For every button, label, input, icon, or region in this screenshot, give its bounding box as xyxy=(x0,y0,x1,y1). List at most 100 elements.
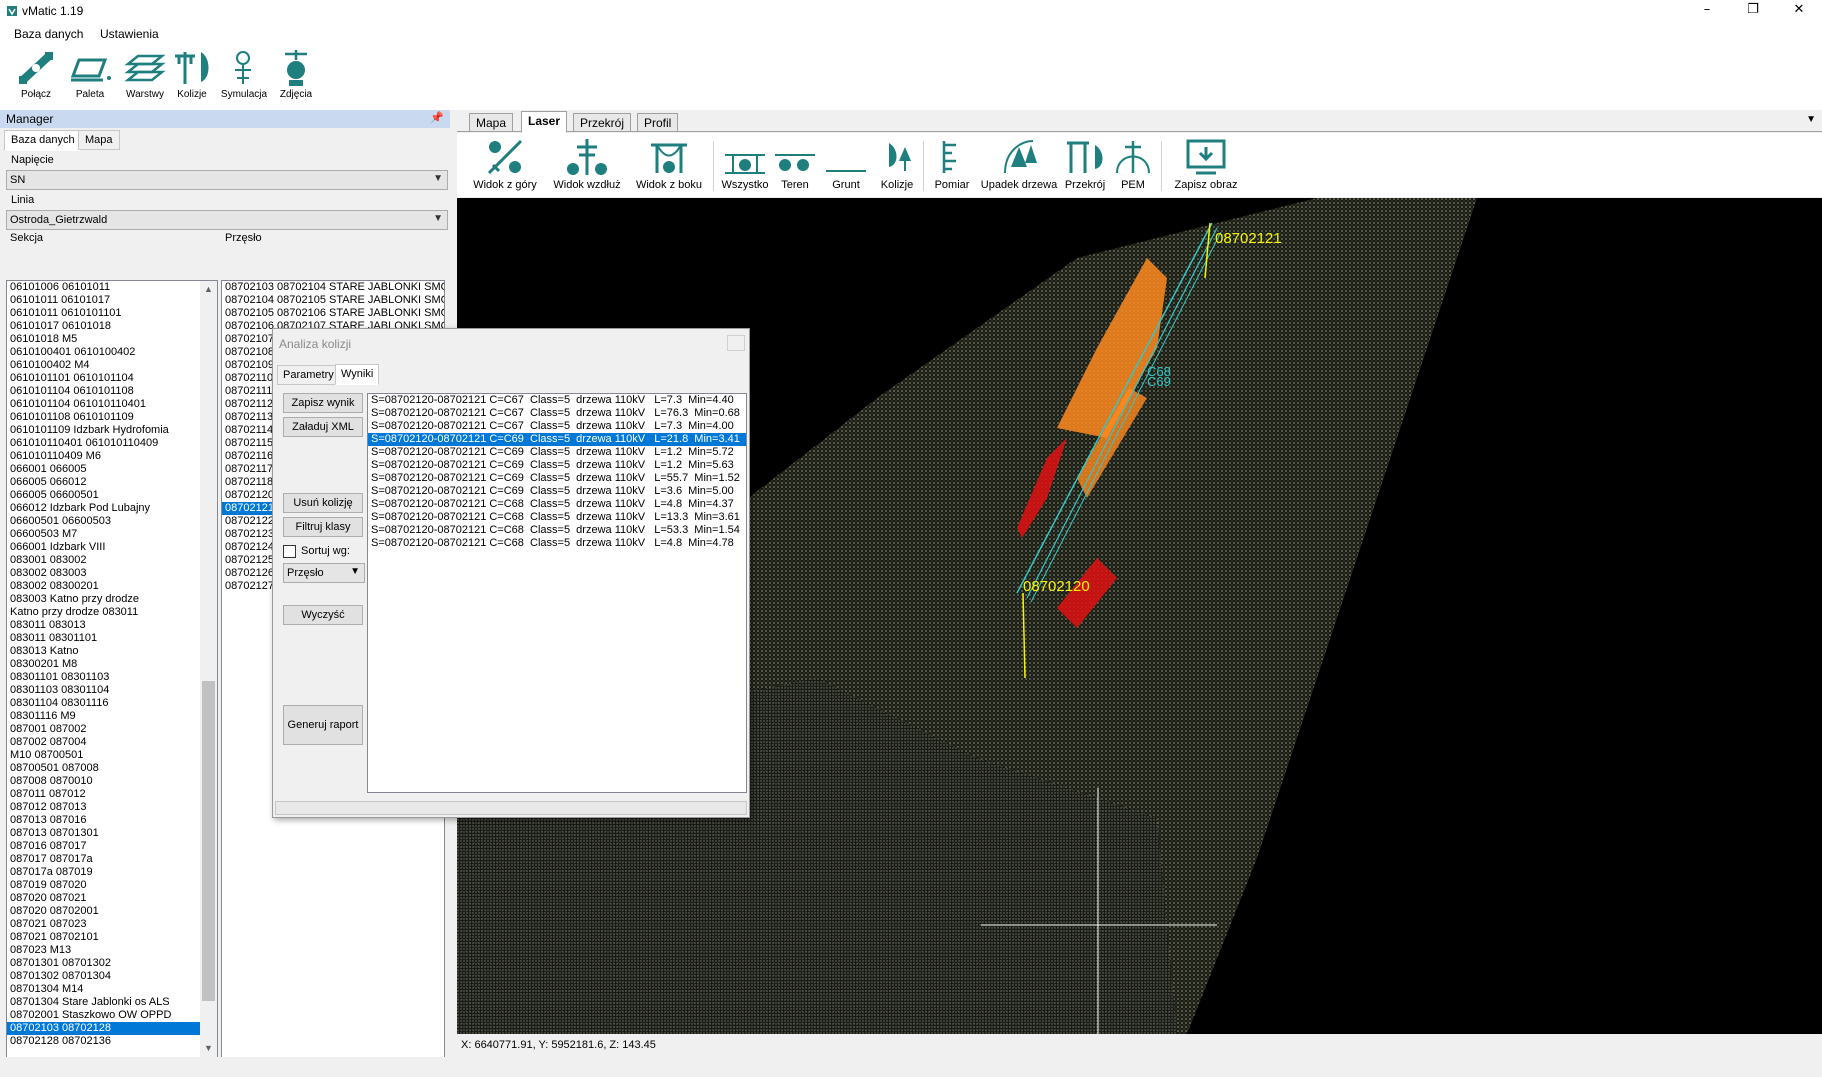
result-row[interactable]: S=08702120-08702121 C=C69 Class=5 drzewa… xyxy=(368,485,746,498)
tab-przekroj[interactable]: Przekrój xyxy=(573,113,632,132)
minimize-button[interactable]: – xyxy=(1684,0,1730,22)
tab-laser[interactable]: Laser xyxy=(521,111,568,133)
save-result-button[interactable]: Zapisz wynik xyxy=(283,393,363,413)
tab-mapa[interactable]: Mapa xyxy=(78,130,120,150)
list-item[interactable]: 08702001 Staszkowo OW OPPD xyxy=(7,1009,217,1022)
list-item[interactable]: 087001 087002 xyxy=(7,723,217,736)
photos-button[interactable]: Zdjęcia xyxy=(274,48,318,108)
connect-button[interactable]: Połącz xyxy=(12,48,60,108)
list-item[interactable]: 087021 087023 xyxy=(7,918,217,931)
sort-checkbox[interactable] xyxy=(283,545,296,558)
list-item[interactable]: 0610101101 0610101104 xyxy=(7,372,217,385)
list-item[interactable]: 08701302 08701304 xyxy=(7,970,217,983)
list-item[interactable]: 087023 M13 xyxy=(7,944,217,957)
list-item[interactable]: 087020 087021 xyxy=(7,892,217,905)
result-row[interactable]: S=08702120-08702121 C=C69 Class=5 drzewa… xyxy=(368,459,746,472)
list-item[interactable]: 083013 Katno xyxy=(7,645,217,658)
sekcja-scrollbar[interactable]: ▲ ▼ xyxy=(200,281,217,1057)
result-row[interactable]: S=08702120-08702121 C=C67 Class=5 drzewa… xyxy=(368,420,746,433)
list-item[interactable]: 087008 0870010 xyxy=(7,775,217,788)
list-item[interactable]: 0610101104 0610101108 xyxy=(7,385,217,398)
list-item[interactable]: 08702128 08702136 xyxy=(7,1035,217,1048)
list-item[interactable]: 0610100402 M4 xyxy=(7,359,217,372)
list-item[interactable]: 066005 06600501 xyxy=(7,489,217,502)
tab-profil[interactable]: Profil xyxy=(637,113,679,132)
list-item[interactable]: 08301101 08301103 xyxy=(7,671,217,684)
list-item[interactable]: 061010110409 M6 xyxy=(7,450,217,463)
list-item[interactable]: 08300201 M8 xyxy=(7,658,217,671)
tab-mapa-view[interactable]: Mapa xyxy=(469,113,514,132)
tree-fall-button[interactable]: Upadek drzewa xyxy=(977,137,1061,195)
list-item[interactable]: 08702105 08702106 STARE JABLONKI SMO xyxy=(222,307,444,320)
list-item[interactable]: 066001 Idzbark VIII xyxy=(7,541,217,554)
list-item[interactable]: 08700501 087008 xyxy=(7,762,217,775)
layers-button[interactable]: Warstwy xyxy=(122,48,168,108)
maximize-button[interactable]: ❐ xyxy=(1730,0,1776,22)
list-item[interactable]: 08702103 08702128 xyxy=(7,1022,217,1035)
result-row[interactable]: S=08702120-08702121 C=C68 Class=5 drzewa… xyxy=(368,537,746,550)
filter-classes-button[interactable]: Filtruj klasy xyxy=(283,517,363,537)
list-item[interactable]: 066005 066012 xyxy=(7,476,217,489)
list-item[interactable]: 087017 087017a xyxy=(7,853,217,866)
scroll-down-icon[interactable]: ▼ xyxy=(200,1040,217,1057)
list-item[interactable]: 066001 066005 xyxy=(7,463,217,476)
pem-button[interactable]: PEM xyxy=(1111,137,1155,195)
list-item[interactable]: Katno przy drodze 083011 xyxy=(7,606,217,619)
results-list[interactable]: S=08702120-08702121 C=C67 Class=5 drzewa… xyxy=(367,393,747,793)
top-view-button[interactable]: Widok z góry xyxy=(469,137,541,195)
list-item[interactable]: 08701301 08701302 xyxy=(7,957,217,970)
generate-report-button[interactable]: Generuj raport xyxy=(283,705,363,745)
list-item[interactable]: 087013 087016 xyxy=(7,814,217,827)
list-item[interactable]: 08301104 08301116 xyxy=(7,697,217,710)
list-item[interactable]: 0610100401 0610100402 xyxy=(7,346,217,359)
list-item[interactable]: 083002 08300201 xyxy=(7,580,217,593)
list-item[interactable]: 08701304 Stare Jablonki os ALS xyxy=(7,996,217,1009)
list-item[interactable]: 08701304 M14 xyxy=(7,983,217,996)
result-row[interactable]: S=08702120-08702121 C=C68 Class=5 drzewa… xyxy=(368,498,746,511)
side-view-button[interactable]: Widok z boku xyxy=(631,137,707,195)
list-item[interactable]: 08301103 08301104 xyxy=(7,684,217,697)
list-item[interactable]: 087002 087004 xyxy=(7,736,217,749)
list-item[interactable]: 083011 08301101 xyxy=(7,632,217,645)
tab-wyniki[interactable]: Wyniki xyxy=(335,364,380,385)
list-item[interactable]: 0610101109 Idzbark Hydrofomia xyxy=(7,424,217,437)
list-item[interactable]: 06101018 M5 xyxy=(7,333,217,346)
list-item[interactable]: 087020 08702001 xyxy=(7,905,217,918)
list-item[interactable]: 06101006 06101011 xyxy=(7,281,217,294)
result-row[interactable]: S=08702120-08702121 C=C69 Class=5 drzewa… xyxy=(368,433,746,446)
list-item[interactable]: 0610101104 061010110401 xyxy=(7,398,217,411)
sort-select[interactable]: Przęsło ▼ xyxy=(283,563,365,583)
ground-button[interactable]: Grunt xyxy=(821,137,871,195)
list-item[interactable]: 08702103 08702104 STARE JABLONKI SMO xyxy=(222,281,444,294)
list-item[interactable]: 08702104 08702105 STARE JABLONKI SMO xyxy=(222,294,444,307)
napiecie-select[interactable]: SN ▼ xyxy=(6,170,448,190)
sekcja-list[interactable]: 06101006 06101011 06101011 06101017 061010… xyxy=(6,280,218,1058)
tab-parametry[interactable]: Parametry xyxy=(277,365,340,385)
list-item[interactable]: 083002 083003 xyxy=(7,567,217,580)
list-item[interactable]: 087012 087013 xyxy=(7,801,217,814)
list-item[interactable]: 08301116 M9 xyxy=(7,710,217,723)
load-xml-button[interactable]: Załaduj XML xyxy=(283,417,363,437)
tabs-dropdown-icon[interactable]: ▼ xyxy=(1806,114,1816,125)
result-row[interactable]: S=08702120-08702121 C=C68 Class=5 drzewa… xyxy=(368,524,746,537)
list-item[interactable]: 0610101108 0610101109 xyxy=(7,411,217,424)
result-row[interactable]: S=08702120-08702121 C=C67 Class=5 drzewa… xyxy=(368,394,746,407)
list-item[interactable]: 087019 087020 xyxy=(7,879,217,892)
pin-icon[interactable]: 📌 xyxy=(430,111,444,124)
list-item[interactable]: 06101011 06101017 xyxy=(7,294,217,307)
scroll-up-icon[interactable]: ▲ xyxy=(200,281,217,298)
along-view-button[interactable]: Widok wzdłuż xyxy=(549,137,625,195)
list-item[interactable]: 066012 Idzbark Pod Lubajny xyxy=(7,502,217,515)
simulation-button[interactable]: Symulacja xyxy=(218,48,270,108)
list-item[interactable]: 06101011 0610101101 xyxy=(7,307,217,320)
list-item[interactable]: 06600503 M7 xyxy=(7,528,217,541)
result-row[interactable]: S=08702120-08702121 C=C69 Class=5 drzewa… xyxy=(368,446,746,459)
linia-select[interactable]: Ostroda_Gietrzwald ▼ xyxy=(6,210,448,230)
list-item[interactable]: 087017a 087019 xyxy=(7,866,217,879)
close-button[interactable]: ✕ xyxy=(1776,0,1822,22)
list-item[interactable]: 083001 083002 xyxy=(7,554,217,567)
dialog-close-button[interactable] xyxy=(727,335,745,351)
result-row[interactable]: S=08702120-08702121 C=C68 Class=5 drzewa… xyxy=(368,511,746,524)
list-item[interactable]: 06101017 06101018 xyxy=(7,320,217,333)
list-item[interactable]: 087016 087017 xyxy=(7,840,217,853)
